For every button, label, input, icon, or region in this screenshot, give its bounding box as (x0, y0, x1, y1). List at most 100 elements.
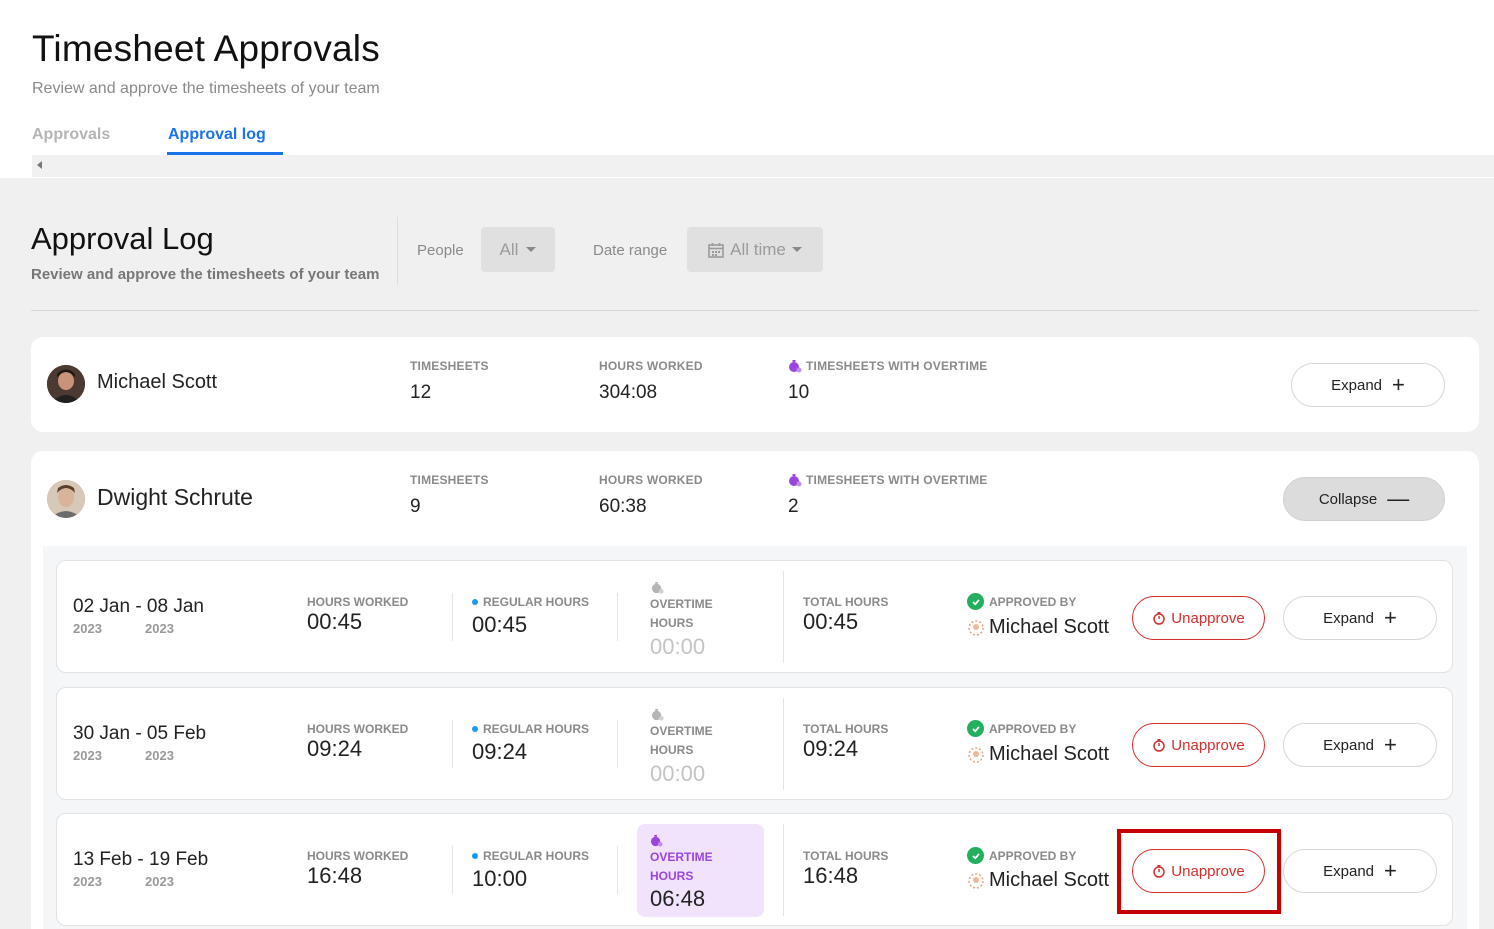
unapprove-button[interactable]: Unapprove (1132, 723, 1265, 767)
person-name: Michael Scott (97, 371, 218, 393)
timesheets-label: TIMESHEETS (410, 473, 489, 487)
expand-button[interactable]: Expand + (1283, 849, 1437, 893)
regular-dot-icon (472, 726, 478, 732)
approver-avatar-icon (968, 872, 984, 889)
chevron-down-icon (526, 247, 537, 252)
overtime-timesheets-count: 2 (788, 496, 799, 517)
section-divider (31, 310, 1479, 311)
timesheets-label: TIMESHEETS (410, 359, 489, 373)
expand-button[interactable]: Expand + (1291, 363, 1445, 407)
overtime-label: OVERTIME (650, 724, 713, 738)
plus-icon: + (1384, 605, 1397, 630)
tab-approvals[interactable]: Approvals (32, 126, 110, 144)
collapse-button[interactable]: Collapse — (1283, 477, 1445, 521)
people-filter-label: People (417, 242, 464, 259)
person-photo (47, 480, 85, 518)
hours-worked-label: HOURS WORKED (307, 849, 409, 863)
page-subtitle: Review and approve the timesheets of you… (32, 80, 380, 97)
total-hours-value: 16:48 (803, 863, 859, 888)
hours-worked-label: HOURS WORKED (307, 722, 409, 736)
unapprove-button[interactable]: Unapprove (1132, 596, 1265, 640)
highlight-box (1117, 829, 1281, 914)
hours-worked-label: HOURS WORKED (599, 473, 703, 487)
horizontal-scrollbar[interactable] (32, 155, 1494, 177)
person-photo (47, 365, 85, 403)
divider (397, 217, 398, 285)
approved-by-label: APPROVED BY (967, 847, 1076, 864)
person-name: Dwight Schrute (97, 484, 253, 510)
timesheets-count: 9 (410, 496, 421, 517)
regular-dot-icon (472, 853, 478, 859)
hours-worked-value: 60:38 (599, 496, 647, 517)
overtime-clock-icon (789, 474, 802, 487)
approver-avatar-icon (968, 619, 984, 636)
overtime-hours-label: HOURS (650, 616, 694, 630)
overtime-timesheets-label: TIMESHEETS WITH OVERTIME (788, 473, 987, 487)
overtime-label: OVERTIME (650, 850, 713, 864)
people-filter-dropdown[interactable]: All (481, 227, 555, 272)
page-title: Timesheet Approvals (32, 28, 380, 69)
section-title: Approval Log (31, 221, 214, 256)
plus-icon: + (1384, 732, 1397, 757)
check-icon (967, 720, 984, 737)
date-years: 2023 2023 (73, 874, 174, 889)
overtime-hours-label: HOURS (650, 743, 694, 757)
approver: Michael Scott (967, 869, 1109, 892)
regular-hours-label: REGULAR HOURS (472, 722, 589, 736)
tab-approval-log[interactable]: Approval log (168, 126, 266, 144)
regular-hours-value: 09:24 (472, 739, 528, 764)
approver: Michael Scott (967, 616, 1109, 639)
people-filter-value: All (499, 239, 519, 259)
overtime-clock-icon (651, 581, 664, 594)
chevron-down-icon (791, 247, 802, 252)
hours-worked-value: 00:45 (307, 609, 363, 634)
date-range: 13 Feb - 19 Feb (73, 849, 209, 870)
calendar-icon (708, 242, 724, 258)
regular-hours-label: REGULAR HOURS (472, 595, 589, 609)
timesheet-row: 02 Jan - 08 Jan 2023 2023 HOURS WORKED 00… (56, 560, 1453, 673)
date-range-dropdown[interactable]: All time (687, 227, 823, 272)
expand-button[interactable]: Expand + (1283, 596, 1437, 640)
date-range: 30 Jan - 05 Feb (73, 723, 207, 744)
avatar (47, 365, 85, 403)
overtime-hours-value: 06:48 (650, 886, 706, 911)
date-range-label: Date range (593, 242, 668, 259)
hours-worked-value: 09:24 (307, 736, 363, 761)
timesheets-count: 12 (410, 382, 432, 403)
avatar (47, 480, 85, 518)
regular-dot-icon (472, 599, 478, 605)
expand-button[interactable]: Expand + (1283, 723, 1437, 767)
page-header: Timesheet Approvals Review and approve t… (0, 0, 1494, 178)
section-subtitle: Review and approve the timesheets of you… (31, 266, 380, 283)
plus-icon: + (1392, 372, 1405, 397)
unapprove-clock-icon (1153, 739, 1166, 752)
hours-worked-value: 304:08 (599, 382, 658, 403)
plus-icon: + (1384, 858, 1397, 883)
timesheet-row: 30 Jan - 05 Feb 2023 2023 HOURS WORKED 09… (56, 687, 1453, 800)
date-range: 02 Jan - 08 Jan (73, 596, 204, 617)
minus-icon: — (1387, 486, 1410, 511)
overtime-clock-icon (789, 360, 802, 373)
overtime-highlight: OVERTIME HOURS 06:48 (637, 824, 764, 917)
total-hours-label: TOTAL HOURS (803, 595, 889, 609)
check-icon (967, 593, 984, 610)
approver-avatar-icon (968, 746, 984, 763)
overtime-timesheets-label: TIMESHEETS WITH OVERTIME (788, 359, 987, 373)
approved-by-label: APPROVED BY (967, 720, 1076, 737)
hours-worked-label: HOURS WORKED (307, 595, 409, 609)
hours-worked-value: 16:48 (307, 863, 363, 888)
total-hours-value: 00:45 (803, 609, 859, 634)
check-icon (967, 847, 984, 864)
date-years: 2023 2023 (73, 621, 174, 636)
unapprove-clock-icon (1153, 612, 1166, 625)
approver: Michael Scott (967, 743, 1109, 766)
hours-worked-label: HOURS WORKED (599, 359, 703, 373)
date-years: 2023 2023 (73, 748, 174, 763)
approved-by-label: APPROVED BY (967, 593, 1076, 610)
overtime-clock-icon (651, 708, 664, 721)
regular-hours-value: 00:45 (472, 612, 528, 637)
overtime-timesheets-count: 10 (788, 382, 810, 403)
scroll-left-icon[interactable] (37, 161, 42, 169)
total-hours-label: TOTAL HOURS (803, 722, 889, 736)
date-range-value: All time (730, 239, 786, 259)
